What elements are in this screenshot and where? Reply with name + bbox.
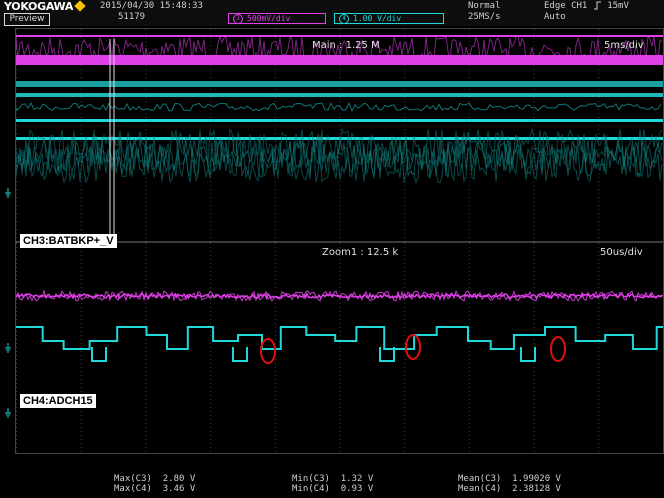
glitch-marker-circle [550, 336, 566, 362]
mean-c3: Mean(C3) 1.99020 V [458, 474, 561, 484]
ch3-number-icon: 3 [233, 14, 243, 24]
mean-c4: Mean(C4) 2.38128 V [458, 484, 561, 494]
main-record-label: Main : 1.25 M [312, 40, 380, 51]
ground-marker-icon [5, 188, 11, 198]
ch3-main-band [16, 55, 663, 65]
ch3-scale-box[interactable]: 3 500mV/div [228, 13, 326, 24]
ch3-annotation: CH3:BATBKP+_V [20, 234, 117, 248]
brand-text: YOKOGAWA [4, 0, 74, 13]
trigger-run-mode: Auto [544, 12, 566, 22]
main-timebase: 5ms/div [604, 40, 644, 51]
glitch-marker-circle [260, 338, 276, 364]
waveform-display[interactable]: Main : 1.25 M 5ms/div CH3:BATBKP+_V Zoom… [15, 28, 664, 454]
ch3-main-top-edge [16, 35, 663, 37]
acquisition-count: 51179 [118, 12, 146, 22]
ch4-zoom-dip [91, 347, 107, 362]
ch3-scale-text: 500mV/div [247, 14, 291, 23]
ch4-main-band-mid2 [16, 119, 663, 122]
status-bar: YOKOGAWA Preview 2015/04/30 15:48:33 511… [0, 0, 664, 26]
measurement-min: Min(C3) 1.32 V Min(C4) 0.93 V [292, 474, 373, 494]
trigger-edge-icon [593, 1, 601, 10]
ch4-scale-text: 1.00 V/div [353, 14, 402, 23]
measurement-max: Max(C3) 2.80 V Max(C4) 3.46 V [114, 474, 195, 494]
glitch-marker-circle [405, 334, 421, 360]
trigger-setting: Edge CH1 15mV [544, 1, 629, 11]
max-c4: Max(C4) 3.46 V [114, 484, 196, 494]
ch4-zoom-dip [520, 347, 536, 362]
ch4-main-noise [16, 101, 662, 113]
min-c3: Min(C3) 1.32 V [292, 474, 374, 484]
brand-logo: YOKOGAWA [4, 0, 86, 13]
zoom-record-label: Zoom1 : 12.5 k [322, 247, 399, 258]
yokogawa-diamond-icon [74, 0, 86, 12]
sample-rate: 25MS/s [468, 12, 501, 22]
ch4-annotation: CH4:ADCH15 [20, 394, 96, 408]
max-c3: Max(C3) 2.80 V [114, 474, 196, 484]
ch4-number-icon: 4 [339, 14, 349, 24]
ch4-scale-box[interactable]: 4 1.00 V/div [334, 13, 444, 24]
measurement-mean: Mean(C3) 1.99020 V Mean(C4) 2.38128 V [458, 474, 561, 494]
ch4-main-band-low [16, 81, 663, 87]
preview-badge: Preview [4, 13, 50, 26]
zoom-timebase: 50us/div [600, 247, 643, 258]
ch4-zoom-trace [16, 326, 663, 350]
trigger-mode: Normal [468, 1, 501, 11]
trigger-level: 15mV [607, 1, 629, 11]
trigger-source: Edge CH1 [544, 1, 588, 11]
ground-marker-icon [5, 343, 11, 353]
min-c4: Min(C4) 0.93 V [292, 484, 374, 494]
ground-marker-icon [5, 408, 11, 418]
ch4-zoom-dip [232, 347, 248, 362]
ch4-main-band-mid1 [16, 93, 663, 97]
timestamp: 2015/04/30 15:48:33 [100, 1, 203, 11]
